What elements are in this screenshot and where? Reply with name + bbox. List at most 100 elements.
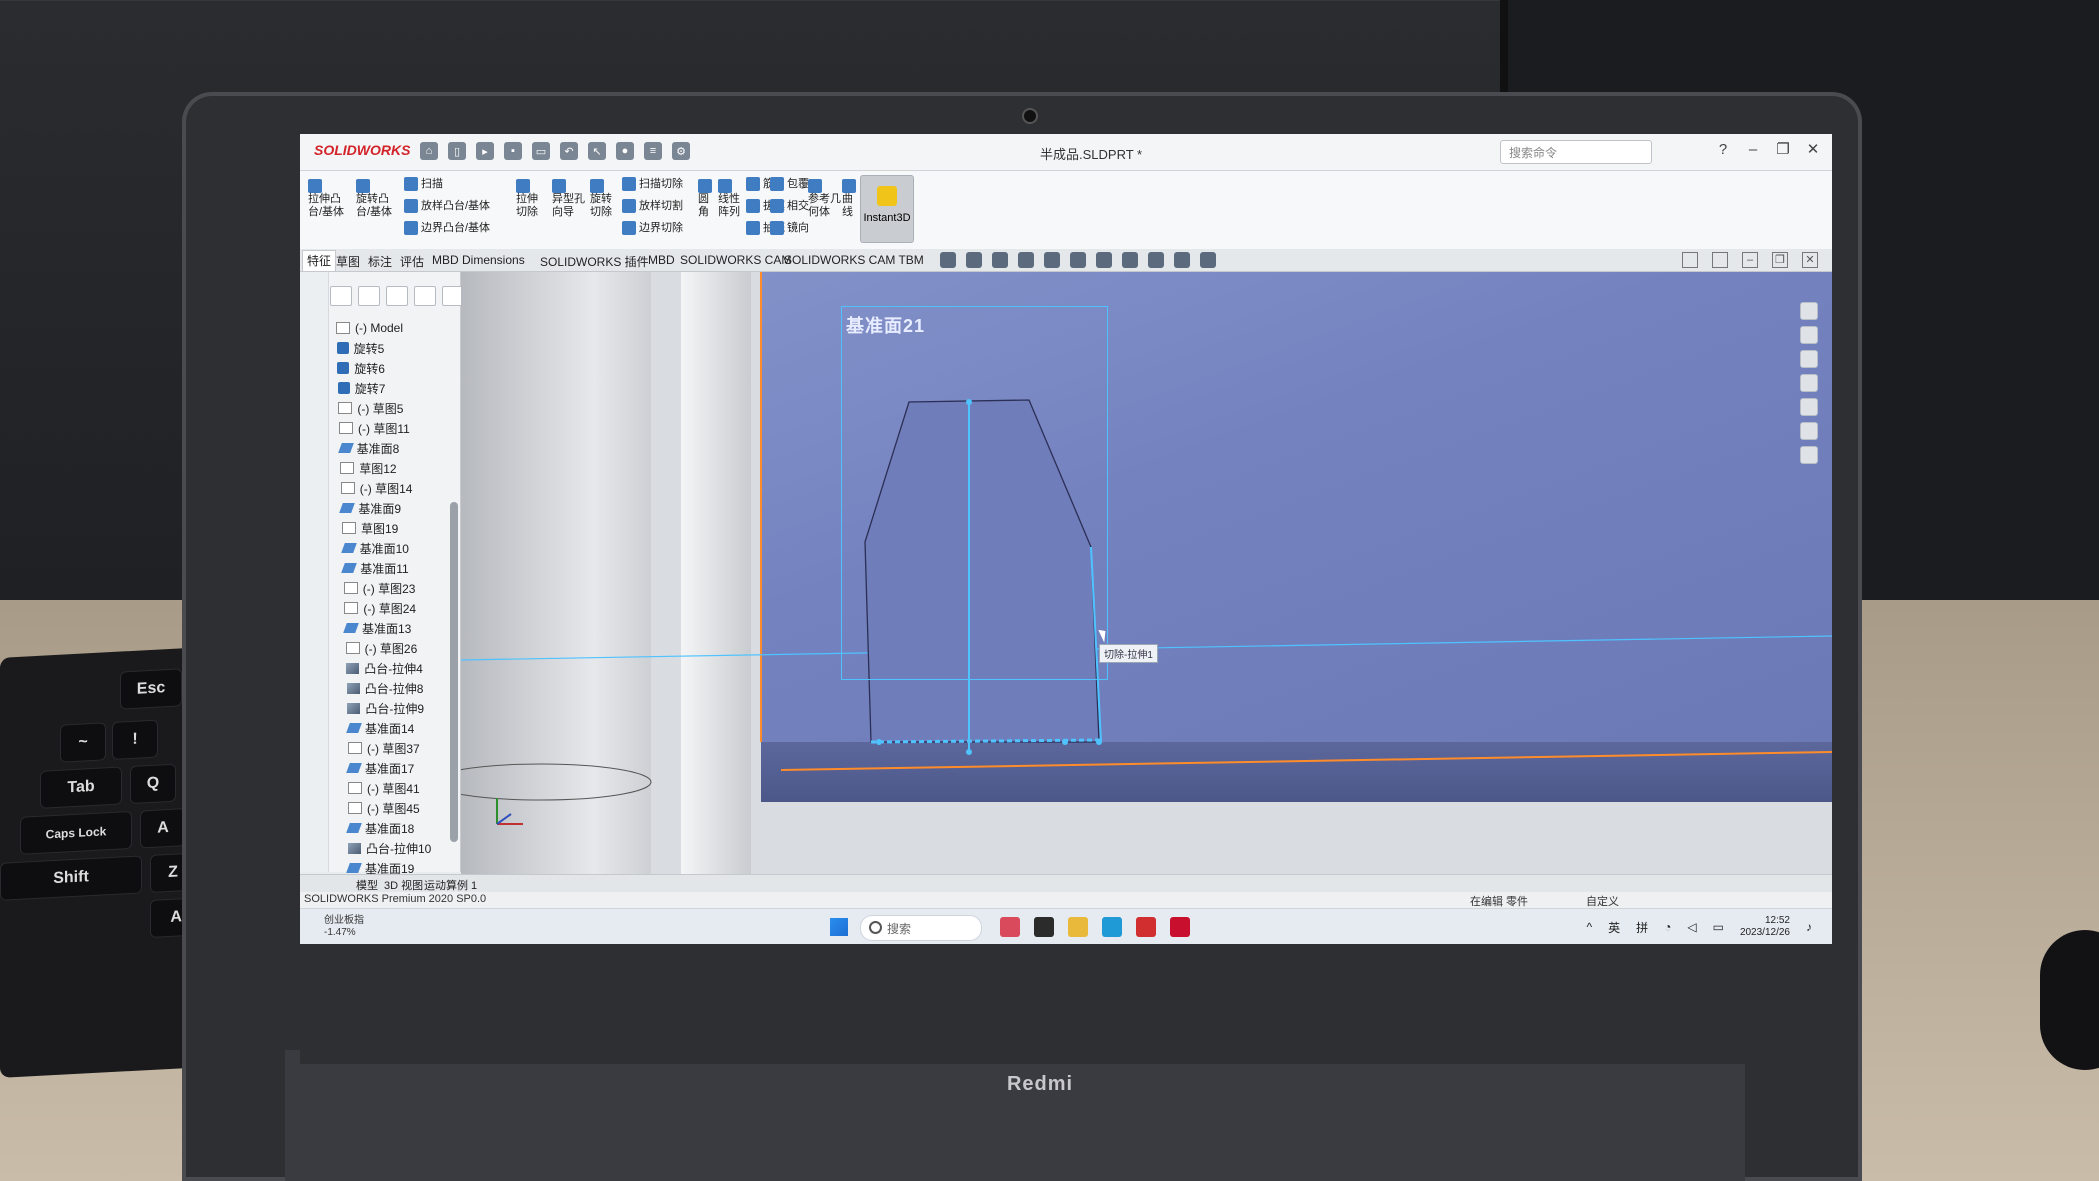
view-settings-icon[interactable] [1200, 252, 1216, 268]
home-icon[interactable]: ⌂ [420, 142, 438, 160]
feature-tree-item[interactable]: (-) 草图26 [336, 638, 458, 658]
intersect-button[interactable]: 相交 [770, 199, 809, 213]
feature-tree-item[interactable]: (-) Model [336, 318, 458, 338]
feature-tree-item[interactable]: (-) 草图14 [336, 478, 458, 498]
viewport-close-icon[interactable]: ✕ [1802, 252, 1818, 268]
tab-solidworks-cam-tbm[interactable]: SOLIDWORKS CAM TBM [784, 253, 924, 267]
sketch-point[interactable] [1062, 739, 1068, 745]
revolve-cut-button[interactable]: 旋转 切除 [590, 179, 612, 219]
zoom-to-area-icon[interactable] [966, 252, 982, 268]
wrap-button-visible[interactable]: 包覆 [770, 177, 809, 191]
help-button[interactable]: ? [1714, 141, 1732, 159]
configuration-manager-tab-icon[interactable] [386, 286, 408, 306]
ime-indicator[interactable]: 拼 [1636, 919, 1648, 936]
feature-tree-item[interactable]: (-) 草图24 [336, 598, 458, 618]
forum-icon[interactable] [1800, 446, 1818, 464]
tile-icon[interactable] [1682, 252, 1698, 268]
view-orientation-icon[interactable] [1070, 252, 1086, 268]
tab-sketch[interactable]: 草图 [336, 253, 360, 270]
view-palette-icon[interactable] [1800, 374, 1818, 392]
mirror-button[interactable]: 镜向 [770, 221, 809, 235]
clock[interactable]: 12:52 2023/12/26 [1740, 915, 1790, 939]
print-icon[interactable]: ▭ [532, 142, 550, 160]
restore-button[interactable]: ❐ [1774, 141, 1792, 159]
previous-view-icon[interactable] [992, 252, 1008, 268]
file-explorer-icon[interactable] [1068, 917, 1088, 937]
extrude-boss-button[interactable]: 拉伸凸 台/基体 [308, 179, 344, 219]
feature-tree-item[interactable]: (-) 草图5 [336, 398, 458, 418]
tab-evaluate[interactable]: 评估 [400, 253, 424, 270]
stock-widget[interactable]: 创业板指 -1.47% [324, 915, 364, 939]
hole-wizard-button[interactable]: 异型孔 向导 [552, 179, 585, 219]
wifi-icon[interactable]: ◔ [1664, 920, 1671, 934]
select-icon[interactable]: ↖ [588, 142, 606, 160]
sketch-point[interactable] [966, 749, 972, 755]
windows-start-icon[interactable] [830, 918, 848, 936]
sketch-point[interactable] [876, 739, 882, 745]
feature-tree-item[interactable]: 旋转5 [336, 338, 458, 358]
feature-tree-item[interactable]: 基准面11 [336, 558, 458, 578]
custom-properties-icon[interactable] [1800, 422, 1818, 440]
linear-pattern-button[interactable]: 线性 阵列 [718, 179, 740, 219]
close-button[interactable]: ✕ [1804, 141, 1822, 159]
display-style-icon[interactable] [1096, 252, 1112, 268]
show-hidden-icons[interactable]: ^ [1586, 920, 1592, 934]
apply-scene-icon[interactable] [1174, 252, 1190, 268]
edit-appearance-icon[interactable] [1148, 252, 1164, 268]
viewport-restore-icon[interactable]: ❐ [1772, 252, 1788, 268]
feature-tree-item[interactable]: (-) 草图45 [336, 798, 458, 818]
feature-tree-item[interactable]: 旋转7 [336, 378, 458, 398]
feature-tree-item[interactable]: 草图19 [336, 518, 458, 538]
tab-3d-views[interactable]: 3D 视图 [384, 877, 423, 893]
edge-browser-icon[interactable] [1102, 917, 1122, 937]
notification-bell-icon[interactable]: ♪ [1806, 920, 1812, 934]
tab-solidworks-cam[interactable]: SOLIDWORKS CAM [680, 253, 791, 267]
sweep-cut-button[interactable]: 扫描切除 [622, 177, 683, 191]
new-file-icon[interactable]: ▯ [448, 142, 466, 160]
plane-boundary[interactable] [841, 306, 1108, 680]
boundary-cut-button[interactable]: 边界切除 [622, 221, 683, 235]
tab-markup[interactable]: 标注 [368, 253, 392, 270]
rebuild-icon[interactable]: ● [616, 142, 634, 160]
search-commands-input[interactable]: 搜索命令 [1500, 140, 1652, 164]
reference-geometry-button[interactable]: 参考几 何体 [808, 179, 841, 219]
unit-system[interactable]: 自定义 [1586, 893, 1619, 909]
undo-icon[interactable]: ↶ [560, 142, 578, 160]
loft-cut-button[interactable]: 放样切割 [622, 199, 683, 213]
battery-icon[interactable]: ▭ [1713, 920, 1724, 934]
extrude-cut-button[interactable]: 拉伸 切除 [516, 179, 538, 219]
feature-tree-item[interactable]: 基准面18 [336, 818, 458, 838]
feature-tree-item[interactable]: 基准面9 [336, 498, 458, 518]
tab-mbd-dimensions[interactable]: MBD Dimensions [432, 253, 525, 267]
feature-tree-item[interactable]: (-) 草图23 [336, 578, 458, 598]
feature-tree-scrollbar[interactable] [450, 502, 458, 842]
tab-motion-study[interactable]: 运动算例 1 [424, 877, 477, 893]
feature-tree-item[interactable]: 基准面10 [336, 538, 458, 558]
solidworks-resources-icon[interactable] [1800, 302, 1818, 320]
save-icon[interactable]: ▪ [504, 142, 522, 160]
curves-button[interactable]: 曲线 [842, 179, 859, 219]
split-icon[interactable] [1712, 252, 1728, 268]
sketch-point[interactable] [1096, 739, 1102, 745]
feature-tree-item[interactable]: 基准面13 [336, 618, 458, 638]
tab-model[interactable]: 模型 [356, 877, 378, 893]
section-view-icon[interactable] [1018, 252, 1034, 268]
file-explorer-icon[interactable] [1800, 350, 1818, 368]
feature-tree-item[interactable]: 基准面8 [336, 438, 458, 458]
feature-tree-item[interactable]: (-) 草图37 [336, 738, 458, 758]
file-properties-icon[interactable]: ≡ [644, 142, 662, 160]
feature-tree-item[interactable]: 凸台-拉伸4 [336, 658, 458, 678]
dynamic-annotation-icon[interactable] [1044, 252, 1060, 268]
loft-boss-button[interactable]: 放样凸台/基体 [404, 199, 490, 213]
feature-tree-tab-icon[interactable] [330, 286, 352, 306]
feature-tree-item[interactable]: (-) 草图11 [336, 418, 458, 438]
dimxpert-tab-icon[interactable] [414, 286, 436, 306]
feature-tree-item[interactable]: 基准面17 [336, 758, 458, 778]
news-widget-icon[interactable] [1000, 917, 1020, 937]
design-library-icon[interactable] [1800, 326, 1818, 344]
viewport-minimize-icon[interactable]: – [1742, 252, 1758, 268]
feature-tree-item[interactable]: 凸台-拉伸9 [336, 698, 458, 718]
property-manager-tab-icon[interactable] [358, 286, 380, 306]
feature-tree-item[interactable]: 旋转6 [336, 358, 458, 378]
task-view-icon[interactable] [1034, 917, 1054, 937]
